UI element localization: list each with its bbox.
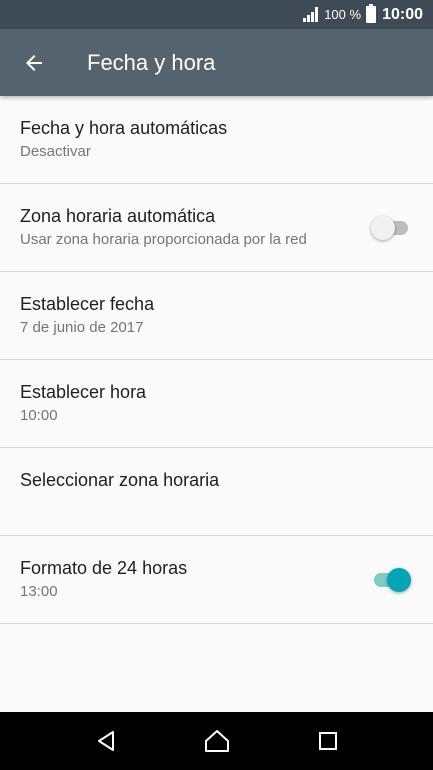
setting-title: Seleccionar zona horaria xyxy=(20,470,220,490)
battery-percentage: 100 % xyxy=(324,7,362,22)
automatic-time-zone-toggle[interactable] xyxy=(371,215,411,241)
setting-title: Zona horaria automática xyxy=(20,206,216,226)
setting-title: Formato de 24 horas xyxy=(20,558,188,578)
app-bar: Fecha y hora xyxy=(0,29,433,96)
status-clock: 10:00 xyxy=(382,5,423,23)
setting-set-date[interactable]: Establecer fecha 7 de junio de 2017 xyxy=(0,272,433,360)
settings-list: Fecha y hora automáticas Desactivar Zona… xyxy=(0,96,433,624)
navigation-bar xyxy=(0,712,433,770)
nav-back-icon xyxy=(97,731,114,751)
nav-home-button[interactable] xyxy=(193,717,241,765)
arrow-back-icon xyxy=(26,54,42,71)
signal-icon xyxy=(303,7,319,22)
setting-title: Fecha y hora automáticas xyxy=(20,118,228,138)
back-button[interactable] xyxy=(10,39,58,87)
nav-recents-icon xyxy=(318,732,337,750)
nav-home-icon xyxy=(204,730,229,752)
setting-summary: Usar zona horaria proporcionada por la r… xyxy=(20,231,307,248)
setting-automatic-date-time[interactable]: Fecha y hora automáticas Desactivar xyxy=(0,96,433,184)
setting-summary: 13:00 xyxy=(20,583,58,600)
setting-select-time-zone[interactable]: Seleccionar zona horaria xyxy=(0,448,433,536)
nav-back-button[interactable] xyxy=(82,717,130,765)
setting-summary: Desactivar xyxy=(20,143,91,160)
setting-title: Establecer fecha xyxy=(20,294,155,314)
page-title: Fecha y hora xyxy=(87,49,216,75)
setting-summary xyxy=(20,493,411,515)
toggle-thumb xyxy=(387,567,411,592)
setting-summary: 7 de junio de 2017 xyxy=(20,319,144,336)
setting-summary: 10:00 xyxy=(20,407,58,424)
setting-set-time[interactable]: Establecer hora 10:00 xyxy=(0,360,433,448)
setting-title: Establecer hora xyxy=(20,382,147,402)
setting-automatic-time-zone[interactable]: Zona horaria automática Usar zona horari… xyxy=(0,184,433,272)
toggle-thumb xyxy=(371,215,395,240)
status-bar: 100 % 10:00 xyxy=(0,0,433,29)
24-hour-format-toggle[interactable] xyxy=(371,567,411,593)
nav-recents-button[interactable] xyxy=(304,717,352,765)
battery-icon xyxy=(366,4,377,23)
setting-24-hour-format[interactable]: Formato de 24 horas 13:00 xyxy=(0,536,433,624)
